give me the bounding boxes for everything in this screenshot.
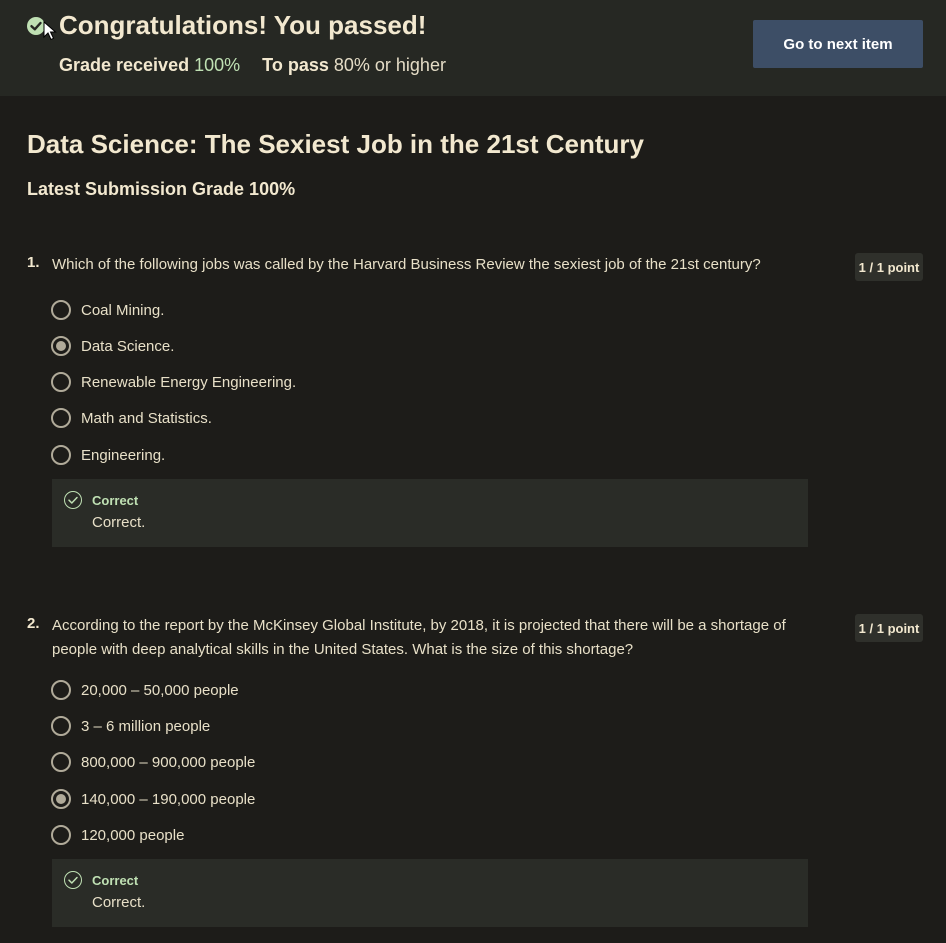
latest-submission-grade: Latest Submission Grade 100% <box>27 179 296 199</box>
answer-option[interactable]: Renewable Energy Engineering. <box>51 371 296 393</box>
feedback-box: Correct Correct. <box>52 479 808 547</box>
question-text: According to the report by the McKinsey … <box>52 617 786 658</box>
radio-button[interactable] <box>51 408 71 428</box>
quiz-title: Data Science: The Sexiest Job in the 21s… <box>27 129 644 159</box>
answer-option[interactable]: Coal Mining. <box>51 299 164 321</box>
option-label: 140,000 – 190,000 people <box>81 790 256 808</box>
check-circle-outline-icon <box>64 491 82 509</box>
answer-option[interactable]: 140,000 – 190,000 people <box>51 788 255 810</box>
answer-option[interactable]: 120,000 people <box>51 824 184 846</box>
question-text: Which of the following jobs was called b… <box>52 256 761 273</box>
option-label: 800,000 – 900,000 people <box>81 753 256 771</box>
radio-button[interactable] <box>51 372 71 392</box>
option-label: Engineering. <box>81 446 166 464</box>
banner-title: Congratulations! You passed! <box>59 10 427 40</box>
feedback-text: Correct. <box>92 894 146 911</box>
answer-option[interactable]: 800,000 – 900,000 people <box>51 751 255 773</box>
answer-option[interactable]: Data Science. <box>51 335 174 357</box>
radio-button[interactable] <box>51 300 71 320</box>
radio-button[interactable] <box>51 752 71 772</box>
feedback-title: Correct <box>92 493 139 508</box>
answer-option[interactable]: 20,000 – 50,000 people <box>51 679 239 701</box>
radio-button[interactable] <box>51 680 71 700</box>
feedback-text: Correct. <box>92 514 146 531</box>
grade-summary: Grade received 100% To pass 80% or highe… <box>59 55 446 76</box>
answer-option[interactable]: Math and Statistics. <box>51 407 212 429</box>
option-label: 20,000 – 50,000 people <box>81 681 239 699</box>
check-circle-outline-icon <box>64 871 82 889</box>
option-label: Renewable Energy Engineering. <box>81 373 297 391</box>
radio-button-selected[interactable] <box>51 336 71 356</box>
radio-button[interactable] <box>51 825 71 845</box>
option-label: Math and Statistics. <box>81 409 212 427</box>
to-pass-value: 80% or higher <box>333 55 446 75</box>
answer-option[interactable]: Engineering. <box>51 444 165 466</box>
radio-button[interactable] <box>51 445 71 465</box>
option-label: 3 – 6 million people <box>81 717 211 735</box>
radio-button-selected[interactable] <box>51 789 71 809</box>
grade-received-label: Grade received <box>59 55 190 75</box>
question-number: 2. <box>27 615 40 632</box>
option-label: Data Science. <box>81 337 175 355</box>
go-to-next-item-button[interactable]: Go to next item <box>753 20 923 68</box>
to-pass-label: To pass <box>262 55 329 75</box>
feedback-title: Correct <box>92 873 139 888</box>
option-label: 120,000 people <box>81 826 185 844</box>
answer-option[interactable]: 3 – 6 million people <box>51 715 210 737</box>
question-number: 1. <box>27 254 40 271</box>
option-label: Coal Mining. <box>81 301 165 319</box>
feedback-box: Correct Correct. <box>52 859 808 927</box>
radio-button[interactable] <box>51 716 71 736</box>
points-badge: 1 / 1 point <box>855 253 923 281</box>
points-badge: 1 / 1 point <box>855 614 923 642</box>
grade-received-value: 100% <box>194 55 241 75</box>
mouse-cursor-icon <box>43 20 57 46</box>
